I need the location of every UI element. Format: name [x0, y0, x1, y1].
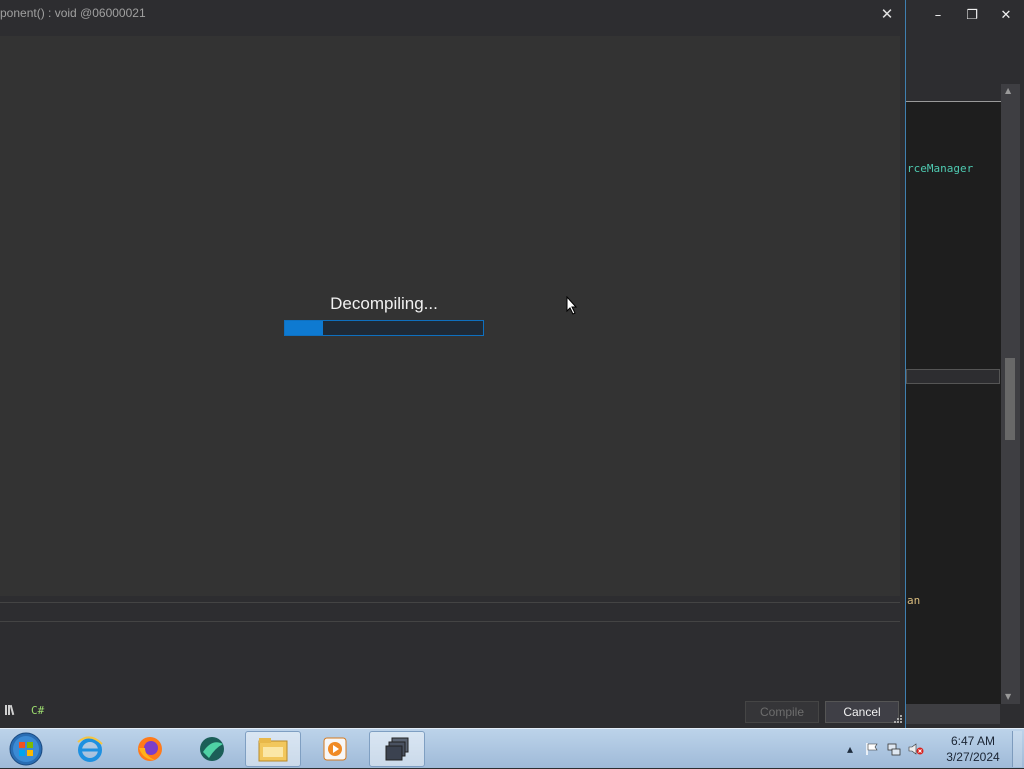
- dialog-content-area: [0, 36, 900, 596]
- show-desktop-button[interactable]: [1012, 731, 1022, 767]
- app-globe-icon[interactable]: [184, 731, 240, 767]
- close-icon: ✕: [880, 5, 894, 23]
- network-icon[interactable]: [886, 741, 902, 757]
- horizontal-scrollbar[interactable]: [906, 704, 1000, 724]
- progress-label: Decompiling...: [330, 294, 438, 313]
- progress-bar: [284, 320, 484, 336]
- cancel-button[interactable]: Cancel: [825, 701, 899, 723]
- start-button[interactable]: [6, 731, 46, 767]
- compile-button[interactable]: Compile: [745, 701, 819, 723]
- windows-stack-icon[interactable]: [369, 731, 425, 767]
- dialog-close-button[interactable]: ✕: [876, 3, 898, 25]
- code-editor[interactable]: [906, 84, 1001, 704]
- system-clock[interactable]: 6:47 AM 3/27/2024: [940, 733, 1006, 765]
- clock-time: 6:47 AM: [950, 734, 996, 748]
- scroll-down-icon[interactable]: ▼: [1005, 692, 1011, 701]
- output-panel[interactable]: [0, 602, 900, 622]
- firefox-icon[interactable]: [122, 731, 178, 767]
- code-fragment: an: [907, 594, 921, 607]
- mouse-cursor-icon: [566, 295, 578, 320]
- minimize-button[interactable]: –: [921, 0, 955, 30]
- clock-date: 3/27/2024: [946, 750, 1000, 764]
- resize-grip-icon[interactable]: [892, 715, 902, 728]
- close-window-button[interactable]: ✕: [989, 0, 1023, 30]
- taskbar: ▴ 6:47 AM 3/27/2024: [0, 728, 1024, 768]
- system-tray: ▴: [842, 729, 924, 769]
- progress-fill: [285, 321, 323, 335]
- code-fragment: rceManager: [907, 162, 974, 175]
- scrollbar-thumb[interactable]: [1005, 358, 1015, 440]
- dialog-title: ponent() : void @06000021: [0, 6, 146, 20]
- editor-separator: [906, 369, 1000, 384]
- language-label[interactable]: C#: [31, 704, 44, 717]
- restore-button[interactable]: ❐: [955, 0, 989, 30]
- volume-muted-icon[interactable]: [908, 741, 924, 757]
- decompile-dialog: ponent() : void @06000021 ✕ Decompiling.…: [0, 0, 906, 728]
- file-explorer-icon[interactable]: [245, 731, 301, 767]
- dialog-footer: C# Compile Cancel: [0, 700, 906, 728]
- scroll-up-icon[interactable]: ▲: [1005, 86, 1011, 95]
- internet-explorer-icon[interactable]: [62, 731, 118, 767]
- flag-icon[interactable]: [864, 741, 880, 757]
- show-hidden-icons-icon[interactable]: ▴: [842, 741, 858, 757]
- editor-tab-strip: [906, 84, 1002, 102]
- media-player-icon[interactable]: [307, 731, 363, 767]
- library-icon[interactable]: [4, 704, 18, 719]
